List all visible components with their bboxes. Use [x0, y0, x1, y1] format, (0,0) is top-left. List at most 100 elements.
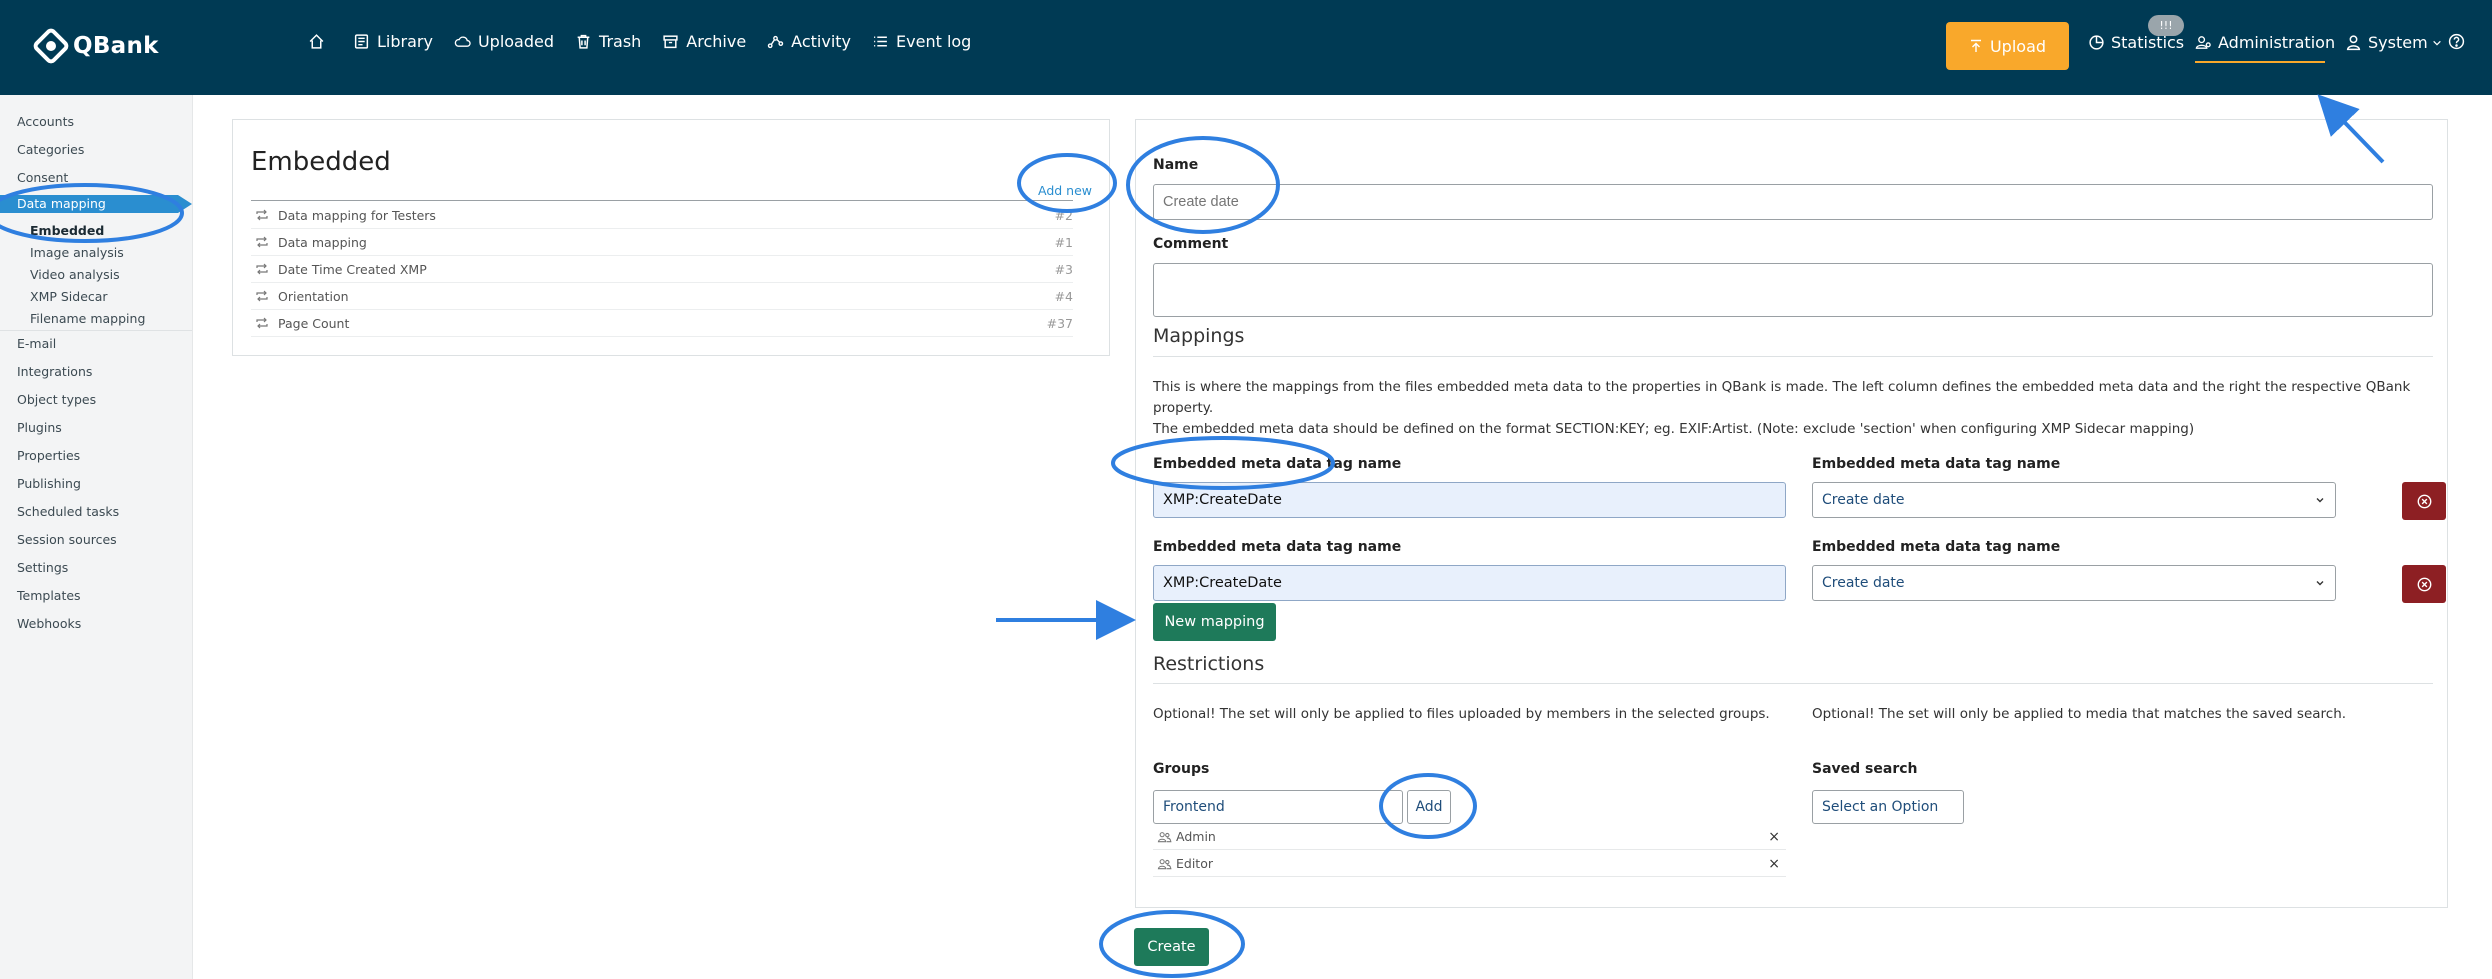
mapping-property-value: Create date — [1822, 575, 1905, 591]
nav-event-log[interactable]: Event log — [872, 32, 971, 51]
sidebar-sub-image-analysis[interactable]: Image analysis — [30, 245, 124, 260]
nav-home[interactable] — [308, 33, 332, 50]
list-item[interactable]: Data mapping #1 — [251, 229, 1073, 256]
nav-statistics[interactable]: Statistics — [2088, 33, 2184, 52]
sidebar-sub-video-analysis[interactable]: Video analysis — [30, 267, 120, 282]
add-group-button[interactable]: Add — [1407, 790, 1451, 824]
mapping-arrows-icon — [256, 263, 268, 275]
mapping-property-select[interactable]: Create date — [1812, 482, 2336, 518]
nav-system-label: System — [2368, 33, 2428, 52]
sidebar-item-session-sources[interactable]: Session sources — [17, 532, 117, 547]
mappings-description-line-1: This is where the mappings from the file… — [1153, 379, 2411, 416]
nav-uploaded[interactable]: Uploaded — [454, 32, 554, 51]
sidebar-item-email[interactable]: E-mail — [17, 336, 56, 351]
list-item[interactable]: Data mapping for Testers #2 — [251, 202, 1073, 229]
chevron-down-icon — [2432, 40, 2441, 46]
list-item-id: #2 — [1054, 207, 1073, 223]
nav-administration[interactable]: Administration — [2195, 33, 2335, 52]
mappings-title: Mappings — [1153, 325, 1245, 347]
sidebar-item-categories[interactable]: Categories — [17, 142, 84, 157]
qbank-logo[interactable]: QBank — [32, 26, 159, 66]
remove-mapping-button[interactable] — [2402, 482, 2446, 520]
user-icon — [2346, 35, 2361, 51]
comment-textarea[interactable] — [1153, 263, 2433, 317]
group-name: Admin — [1176, 829, 1216, 844]
list-item-id: #1 — [1054, 234, 1073, 250]
top-bar: QBank Library Uploaded Trash Archive Act… — [0, 0, 2492, 95]
library-icon — [354, 34, 369, 49]
mapping-property-select[interactable]: Create date — [1812, 565, 2336, 601]
restrictions-divider — [1153, 683, 2433, 684]
users-icon — [1157, 858, 1172, 869]
sidebar-item-consent[interactable]: Consent — [17, 170, 68, 185]
sidebar-item-scheduled-tasks[interactable]: Scheduled tasks — [17, 504, 119, 519]
sidebar-sub-filename-mapping[interactable]: Filename mapping — [30, 311, 145, 326]
sidebar-item-object-types[interactable]: Object types — [17, 392, 96, 407]
restrictions-title: Restrictions — [1153, 653, 1265, 675]
nav-library[interactable]: Library — [353, 32, 433, 51]
sidebar-item-settings[interactable]: Settings — [17, 560, 68, 575]
restrictions-groups-text: Optional! The set will only be applied t… — [1153, 706, 1770, 722]
name-label: Name — [1153, 157, 1199, 173]
list-item[interactable]: Page Count #37 — [251, 310, 1073, 337]
list-item-name: Page Count — [278, 315, 350, 331]
embedded-list-panel: Embedded Add new Data mapping for Tester… — [232, 119, 1110, 356]
saved-search-value: Select an Option — [1822, 799, 1939, 815]
list-item[interactable]: Orientation #4 — [251, 283, 1073, 310]
sidebar-item-data-mapping[interactable]: Data mapping — [0, 195, 192, 213]
sidebar-item-webhooks[interactable]: Webhooks — [17, 616, 81, 631]
create-button[interactable]: Create — [1134, 928, 1209, 966]
upload-button[interactable]: Upload — [1946, 22, 2069, 70]
sidebar-divider — [0, 330, 192, 331]
name-input[interactable] — [1153, 184, 2433, 220]
sidebar-sub-xmp-sidecar[interactable]: XMP Sidecar — [30, 289, 108, 304]
main-nav: Library Uploaded Trash Archive Activity … — [308, 32, 992, 51]
add-new-link[interactable]: Add new — [1038, 183, 1092, 198]
sidebar-item-plugins[interactable]: Plugins — [17, 420, 62, 435]
mapping-right-label: Embedded meta data tag name — [1812, 456, 2061, 472]
list-item-name: Data mapping for Testers — [278, 207, 436, 223]
saved-search-select[interactable]: Select an Option — [1812, 790, 1964, 824]
new-mapping-button[interactable]: New mapping — [1153, 603, 1276, 641]
sidebar-item-accounts[interactable]: Accounts — [17, 114, 74, 129]
active-nav-underline — [2195, 61, 2325, 63]
sidebar-item-templates[interactable]: Templates — [17, 588, 81, 603]
mappings-divider — [1153, 356, 2433, 357]
remove-group-icon[interactable]: × — [1768, 829, 1780, 845]
nav-library-label: Library — [377, 32, 433, 51]
remove-group-icon[interactable]: × — [1768, 856, 1780, 872]
nav-trash[interactable]: Trash — [575, 32, 641, 51]
groups-select[interactable]: Frontend — [1153, 790, 1403, 824]
list-item[interactable]: Date Time Created XMP #3 — [251, 256, 1073, 283]
remove-mapping-button[interactable] — [2402, 565, 2446, 603]
list-item-id: #3 — [1054, 261, 1073, 277]
sidebar-item-properties[interactable]: Properties — [17, 448, 80, 463]
chart-pie-icon — [2089, 35, 2104, 50]
brand-name: QBank — [73, 33, 159, 59]
sidebar-item-publishing[interactable]: Publishing — [17, 476, 81, 491]
upload-button-label: Upload — [1989, 36, 2047, 56]
nav-statistics-label: Statistics — [2111, 33, 2185, 52]
help-button[interactable] — [2448, 33, 2471, 50]
mapping-arrows-icon — [256, 236, 268, 248]
nav-system[interactable]: System — [2345, 33, 2442, 52]
restrictions-search-text: Optional! The set will only be applied t… — [1812, 706, 2347, 722]
nav-activity-label: Activity — [791, 32, 852, 51]
help-icon — [2448, 33, 2465, 50]
nav-archive[interactable]: Archive — [662, 32, 746, 51]
mapping-left-input[interactable]: XMP:CreateDate — [1153, 482, 1786, 518]
sidebar-sub-embedded[interactable]: Embedded — [30, 223, 104, 238]
mappings-description: This is where the mappings from the file… — [1153, 377, 2443, 440]
activity-icon — [767, 35, 784, 49]
groups-label: Groups — [1153, 761, 1210, 777]
chevron-down-icon — [2316, 498, 2324, 503]
home-icon — [309, 34, 324, 49]
sidebar-item-integrations[interactable]: Integrations — [17, 364, 92, 379]
nav-activity[interactable]: Activity — [767, 32, 851, 51]
admin-sidebar: Accounts Categories Consent Data mapping… — [0, 95, 193, 979]
nav-event-log-label: Event log — [896, 32, 972, 51]
close-circle-icon — [2417, 577, 2431, 591]
mapping-arrows-icon — [256, 317, 268, 329]
cloud-icon — [454, 36, 471, 47]
mapping-left-input[interactable]: XMP:CreateDate — [1153, 565, 1786, 601]
